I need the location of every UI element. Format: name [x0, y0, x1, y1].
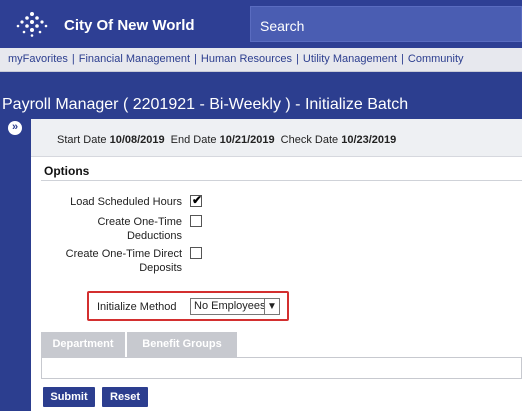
checkmark-icon: ✔ — [192, 193, 203, 207]
top-bar: City Of New World Search — [0, 0, 522, 48]
tab-benefit-groups[interactable]: Benefit Groups — [127, 332, 237, 357]
chevron-down-icon: ▼ — [264, 299, 279, 314]
nav-item-financial-management[interactable]: Financial Management — [79, 53, 190, 65]
nav-item-myfavorites[interactable]: myFavorites — [8, 53, 68, 65]
submit-button[interactable]: Submit — [43, 387, 95, 407]
nav-separator: | — [401, 53, 404, 65]
city-logo-icon[interactable] — [16, 11, 48, 37]
create-one-time-direct-deposits-checkbox[interactable] — [190, 247, 202, 259]
load-scheduled-hours-checkbox[interactable]: ✔ — [190, 193, 203, 207]
nav-item-human-resources[interactable]: Human Resources — [201, 53, 292, 65]
search-input[interactable]: Search — [250, 6, 522, 42]
create-one-time-direct-deposits-label: Create One-Time Direct Deposits — [41, 247, 182, 275]
left-rail: » — [0, 119, 31, 411]
reset-button[interactable]: Reset — [102, 387, 148, 407]
options-divider — [41, 180, 522, 181]
create-one-time-deductions-label-line2: Deductions — [126, 230, 182, 242]
check-date-label: Check Date — [280, 134, 339, 146]
initialize-method-highlight: Initialize Method No Employees ▼ — [87, 291, 289, 321]
nav-item-community[interactable]: Community — [408, 53, 464, 65]
search-placeholder: Search — [260, 18, 305, 34]
end-date-value: 10/21/2019 — [219, 134, 275, 146]
create-one-time-direct-deposits-label-line1: Create One-Time Direct — [65, 248, 182, 260]
start-date-label: Start Date — [57, 134, 107, 146]
tab-department[interactable]: Department — [41, 332, 125, 357]
nav-separator: | — [194, 53, 197, 65]
create-one-time-deductions-label-line1: Create One-Time — [97, 216, 182, 228]
end-date-label: End Date — [170, 134, 217, 146]
app-title[interactable]: City Of New World — [64, 17, 195, 34]
initialize-method-value: No Employees — [194, 300, 266, 312]
expand-icon[interactable]: » — [8, 121, 22, 135]
nav-item-utility-management[interactable]: Utility Management — [303, 53, 397, 65]
tab-panel — [41, 357, 522, 379]
options-title: Options — [44, 164, 90, 178]
page-title: Payroll Manager ( 2201921 - Bi-Weekly ) … — [2, 96, 409, 113]
create-one-time-deductions-label: Create One-Time Deductions — [51, 215, 182, 243]
check-date-value: 10/23/2019 — [341, 134, 397, 146]
nav-separator: | — [71, 53, 75, 65]
date-strip: Start Date 10/08/2019 End Date 10/21/2019… — [31, 119, 522, 157]
create-one-time-direct-deposits-label-line2: Deposits — [139, 262, 182, 274]
main-nav: myFavorites | Financial Management | Human R… — [0, 48, 522, 72]
initialize-method-select[interactable]: No Employees ▼ — [190, 298, 280, 315]
page-header: Payroll Manager ( 2201921 - Bi-Weekly ) … — [0, 72, 522, 119]
start-date-value: 10/08/2019 — [109, 134, 165, 146]
nav-separator: | — [296, 53, 299, 65]
initialize-method-label: Initialize Method — [97, 301, 177, 313]
batch-dates: Start Date 10/08/2019 End Date 10/21/2019… — [57, 134, 402, 146]
main-content: Start Date 10/08/2019 End Date 10/21/2019… — [31, 119, 522, 411]
load-scheduled-hours-label: Load Scheduled Hours — [70, 196, 182, 208]
create-one-time-deductions-checkbox[interactable] — [190, 215, 202, 227]
tabs-bar: Department Benefit Groups — [41, 332, 522, 357]
